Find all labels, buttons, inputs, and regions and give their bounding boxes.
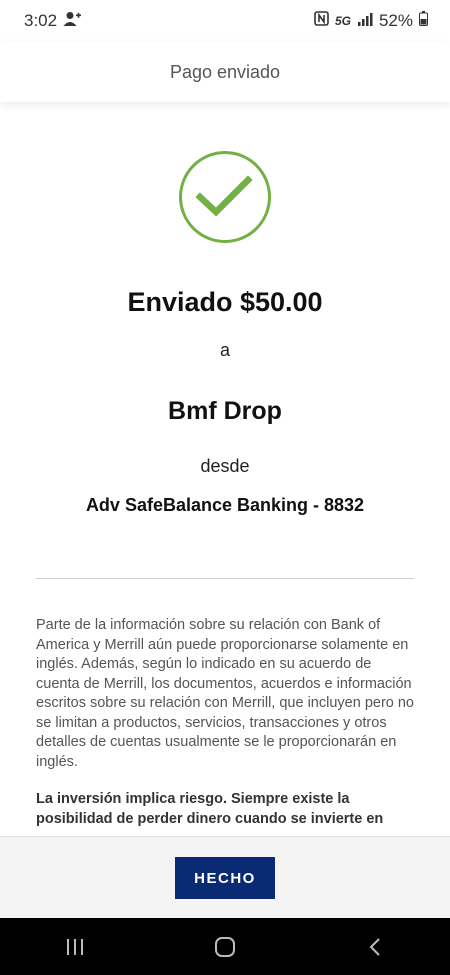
recipient-name: Bmf Drop <box>168 397 282 425</box>
recent-apps-icon[interactable] <box>45 927 105 967</box>
investment-risk-notice: La inversión implica riesgo. Siempre exi… <box>36 791 384 827</box>
checkmark-circle-icon <box>179 151 271 243</box>
network-type: 5G <box>334 14 351 28</box>
status-bar: 3:02 5G 52% <box>0 0 450 42</box>
back-icon[interactable] <box>345 927 405 967</box>
footer: HECHO <box>0 836 450 919</box>
person-add-icon <box>63 11 82 32</box>
system-nav-bar <box>0 918 450 975</box>
page-title: Pago enviado <box>169 61 281 82</box>
language-disclaimer: Parte de la información sobre su relació… <box>36 617 414 770</box>
battery-icon <box>419 11 428 31</box>
to-label: a <box>219 340 230 360</box>
source-account: Adv SafeBalance Banking - 8832 <box>85 495 365 515</box>
nfc-icon <box>314 11 329 31</box>
confirmation-content: Enviado $50.00 a Bmf Drop desde Adv Safe… <box>0 102 450 832</box>
battery-text: 52% <box>378 11 413 30</box>
from-label: desde <box>200 456 250 476</box>
status-time: 3:02 <box>24 11 58 30</box>
divider <box>36 578 414 579</box>
page-header: Pago enviado <box>0 42 450 102</box>
home-icon[interactable] <box>195 927 255 967</box>
done-button[interactable]: HECHO <box>175 857 275 899</box>
signal-icon <box>357 11 373 31</box>
sent-amount: Enviado $50.00 <box>127 287 323 317</box>
